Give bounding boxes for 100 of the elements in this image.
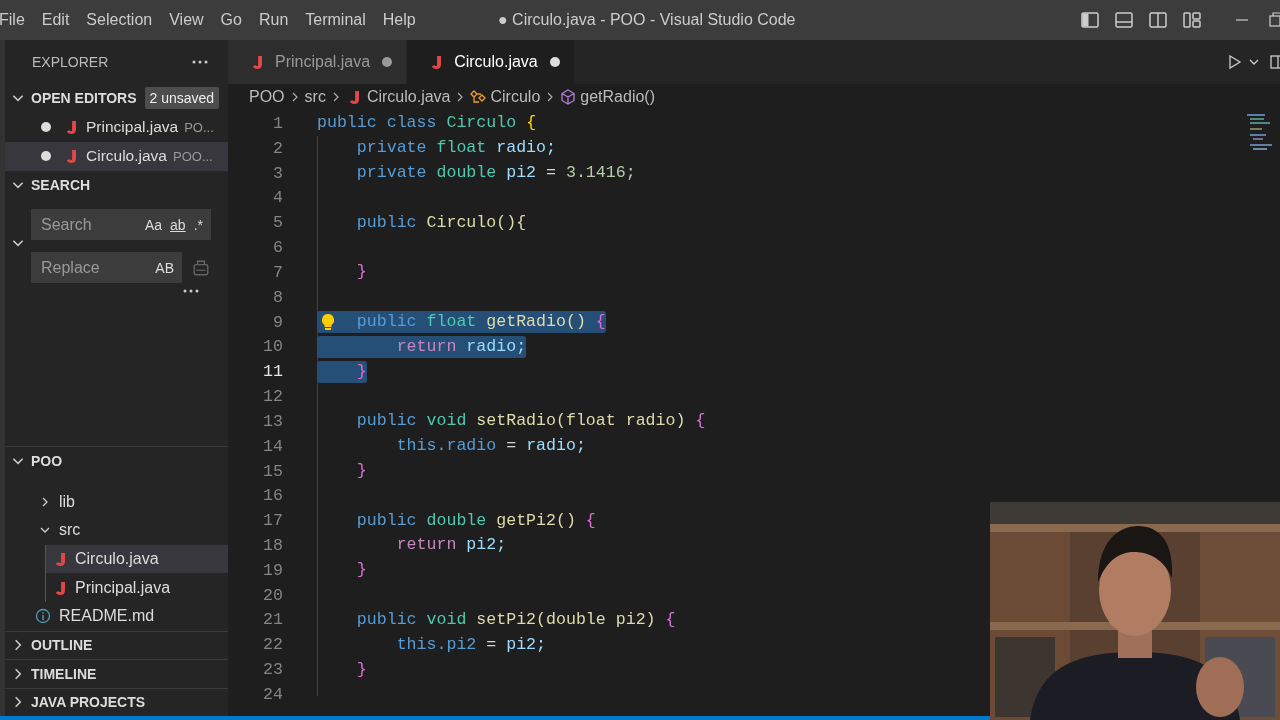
code-line: } <box>355 658 367 681</box>
line-number: 21 <box>262 610 283 630</box>
more-options-icon[interactable] <box>183 289 199 293</box>
lightbulb-icon[interactable] <box>320 312 336 331</box>
section-header[interactable]: TIMELINE <box>31 665 97 682</box>
class-icon <box>470 89 487 105</box>
menu-item[interactable]: Terminal <box>305 11 366 29</box>
line-number: 10 <box>262 337 283 357</box>
code-line: this.pi2 = pi2; <box>395 633 547 656</box>
code-line: public void setPi2(double pi2) { <box>355 608 676 631</box>
info-icon <box>35 608 51 625</box>
chevron-icon <box>546 91 555 103</box>
tree-item[interactable]: lib <box>5 487 228 517</box>
search-field[interactable]: Search Aa ab .* <box>31 209 211 240</box>
tree-item-label: Circulo.java <box>75 550 159 568</box>
line-number: 5 <box>272 213 283 233</box>
code-line: } <box>355 559 367 582</box>
file-name: Principal.java <box>86 118 179 136</box>
menu-item[interactable]: File <box>0 11 25 29</box>
line-number: 23 <box>262 660 283 680</box>
chevron-icon <box>290 91 299 103</box>
cube-icon <box>560 89 577 105</box>
line-number: 1 <box>272 113 283 133</box>
menu-item[interactable]: Edit <box>41 11 70 29</box>
line-number: 8 <box>272 287 283 307</box>
code-line: this.radio = radio; <box>395 435 586 458</box>
tree-item[interactable]: Principal.java <box>45 573 228 602</box>
search-option-toggle[interactable]: ab <box>170 216 186 233</box>
line-number: 13 <box>262 411 283 431</box>
section-header[interactable]: SEARCH <box>31 176 91 193</box>
open-editor-item[interactable]: Principal.java PO... <box>5 112 228 142</box>
editor-tab[interactable]: Principal.java <box>228 40 408 84</box>
sidebar-toggle-icon[interactable] <box>1080 10 1100 30</box>
menu-item[interactable]: Run <box>258 11 289 29</box>
menu-item[interactable]: Selection <box>86 11 153 29</box>
window-title: ● Circulo.java - POO - Visual Studio Code <box>498 11 796 29</box>
breadcrumb-item[interactable]: POO <box>249 88 285 106</box>
line-number: 14 <box>262 436 283 456</box>
breadcrumb-item[interactable]: Circulo <box>490 88 541 106</box>
search-option-toggle[interactable]: Aa <box>144 216 163 233</box>
run-icon[interactable] <box>1226 54 1242 70</box>
code-line: return pi2; <box>395 534 507 557</box>
line-number: 12 <box>262 387 283 406</box>
code-line: private float radio; <box>355 137 556 160</box>
replace-all-icon[interactable] <box>192 258 210 277</box>
line-number: 24 <box>262 684 283 704</box>
search-option-toggle[interactable]: .* <box>193 216 203 233</box>
file-path: POO... <box>173 148 213 164</box>
chevron-icon <box>331 91 340 103</box>
breadcrumb-item[interactable]: src <box>304 88 326 106</box>
open-editor-item[interactable]: Circulo.java POO... <box>5 141 228 171</box>
line-number: 9 <box>272 312 283 332</box>
line-number: 11 <box>262 362 283 382</box>
line-number: 15 <box>262 461 283 481</box>
section-header[interactable]: JAVA PROJECTS <box>31 694 146 711</box>
tree-item-label: lib <box>59 492 75 511</box>
line-number: 4 <box>272 188 283 208</box>
breadcrumb-item[interactable]: getRadio() <box>580 88 655 106</box>
menu-item[interactable]: Help <box>382 11 416 29</box>
line-number: 20 <box>262 585 283 605</box>
line-number: 18 <box>262 536 283 555</box>
file-name: Circulo.java <box>86 147 167 165</box>
tree-item[interactable]: src <box>5 516 228 545</box>
more-actions-icon[interactable] <box>192 60 208 64</box>
line-number: 6 <box>272 238 283 258</box>
section-header[interactable]: OUTLINE <box>31 637 93 654</box>
line-number: 19 <box>262 560 283 580</box>
layout-icon[interactable] <box>1182 10 1202 30</box>
editor-tab[interactable]: Circulo.java <box>407 40 575 84</box>
line-number: 22 <box>262 635 283 655</box>
code-line: } <box>355 460 367 482</box>
chevron-icon <box>456 91 465 103</box>
code-line: } <box>355 261 367 284</box>
tree-item[interactable]: README.md <box>5 601 228 631</box>
file-path: PO... <box>184 119 214 135</box>
tab-label: Circulo.java <box>454 53 538 71</box>
preserve-case-toggle[interactable]: AB <box>155 259 174 276</box>
tree-item-label: Principal.java <box>75 578 171 597</box>
line-number: 17 <box>262 511 283 531</box>
panel-toggle-icon[interactable] <box>1114 10 1134 30</box>
line-number: 2 <box>272 138 283 158</box>
sidebar-title: EXPLORER <box>32 54 109 70</box>
menu-item[interactable]: Go <box>220 11 242 29</box>
tree-item-label: src <box>59 521 81 540</box>
breadcrumb-item[interactable]: Circulo.java <box>366 88 451 106</box>
code-line: public Circulo(){ <box>355 211 527 234</box>
unsaved-badge: 2 unsaved <box>144 87 220 110</box>
section-header[interactable]: OPEN EDITORS <box>31 90 137 107</box>
section-header[interactable]: POO <box>31 452 63 469</box>
tree-item[interactable]: Circulo.java <box>45 544 228 574</box>
restore-icon[interactable] <box>1266 10 1280 30</box>
split-layout-icon[interactable] <box>1148 10 1168 30</box>
tab-label: Principal.java <box>275 53 371 71</box>
code-line: public void setRadio(float radio) { <box>355 410 706 433</box>
menu-item[interactable]: View <box>169 11 204 29</box>
code-line: public class Circulo { <box>317 112 537 135</box>
code-line: public double getPi2() { <box>355 509 596 532</box>
line-number: 16 <box>262 486 283 506</box>
code-line: private double pi2 = 3.1416; <box>355 162 636 185</box>
replace-field[interactable]: Replace AB <box>31 252 182 283</box>
